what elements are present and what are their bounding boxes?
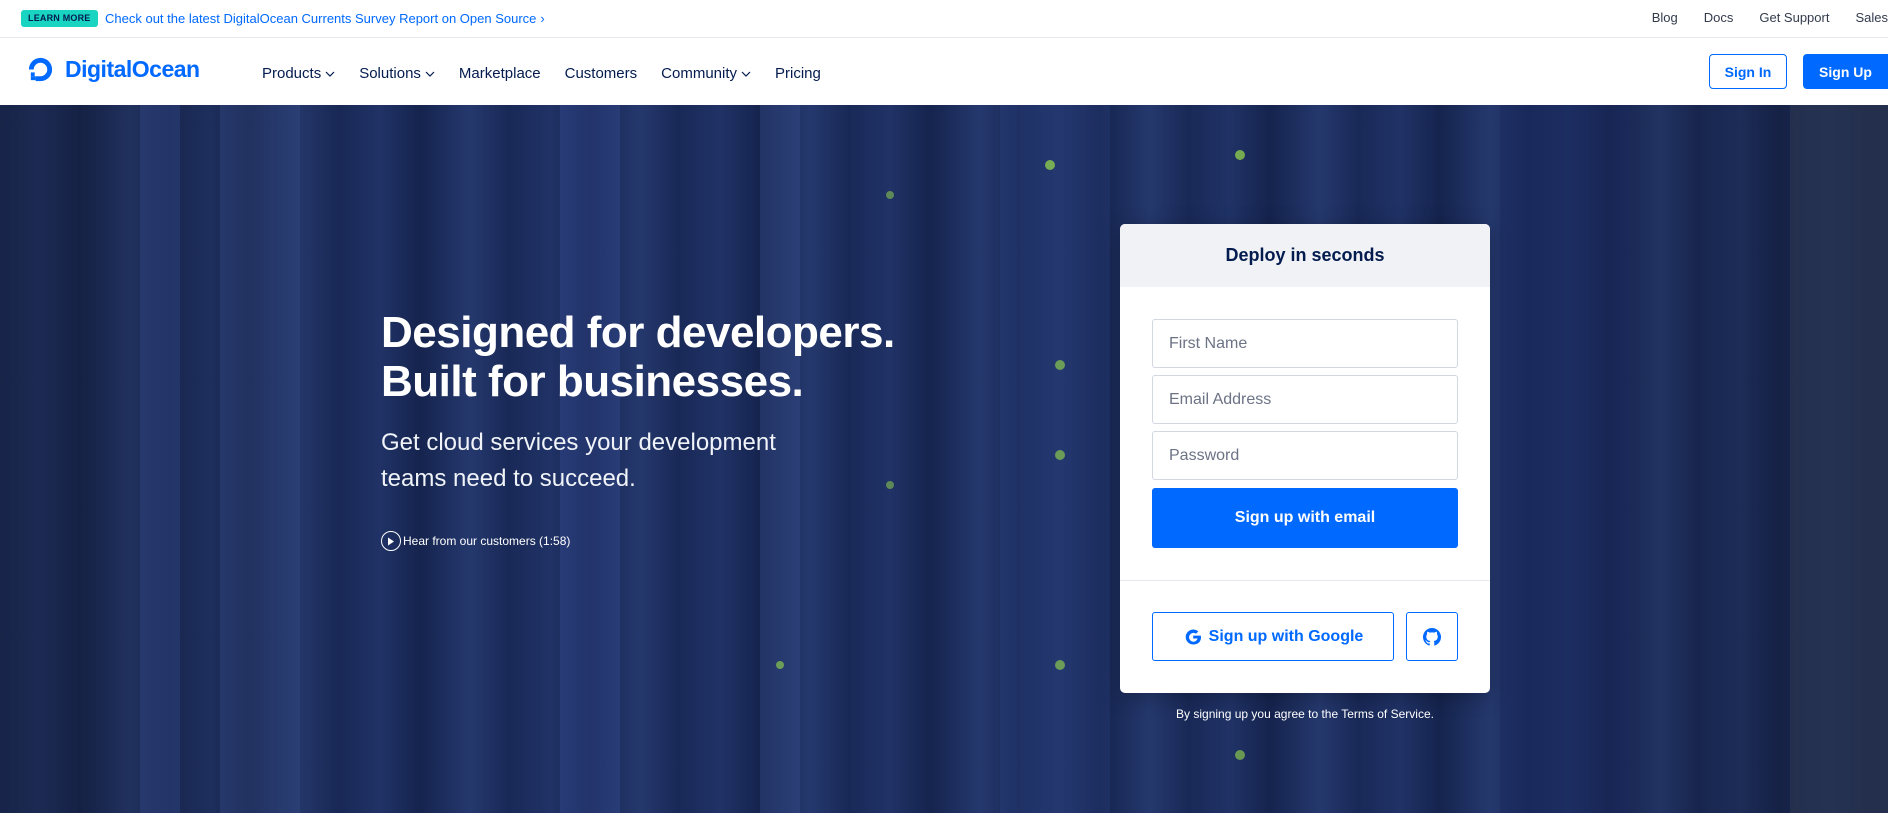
sign-up-google-button[interactable]: Sign up with Google [1152, 612, 1394, 661]
utility-link-blog[interactable]: Blog [1652, 10, 1678, 26]
logo-text: DigitalOcean [65, 56, 200, 82]
google-icon [1185, 629, 1201, 644]
nav-item-label: Community [661, 65, 738, 82]
google-button-label: Sign up with Google [1208, 627, 1364, 645]
sign-up-github-button[interactable] [1406, 612, 1458, 661]
logo[interactable]: DigitalOcean [26, 55, 200, 84]
nav-item-products[interactable]: Products [262, 65, 335, 83]
signup-card: Deploy in seconds Sign up with email Sig… [1120, 224, 1490, 693]
video-link[interactable]: Hear from our customers (1:58) [381, 531, 570, 551]
sign-up-button[interactable]: Sign Up [1803, 54, 1888, 89]
hero-section: Designed for developers. Built for busin… [0, 105, 1888, 813]
chevron-down-icon [425, 71, 435, 77]
github-icon [1423, 627, 1441, 646]
hero-title-line2: Built for businesses. [381, 357, 804, 406]
hero-subtitle: Get cloud services your development team… [381, 429, 776, 492]
main-nav: DigitalOcean Products Solutions Marketpl… [0, 38, 1888, 105]
terms-of-service-text: By signing up you agree to the Terms of … [1176, 707, 1434, 721]
nav-item-label: Products [262, 65, 322, 82]
chevron-down-icon [325, 71, 335, 77]
nav-item-solutions[interactable]: Solutions [359, 65, 435, 83]
video-link-label: Hear from our customers (1:58) [403, 534, 571, 548]
hero-title-line1: Designed for developers. [381, 308, 895, 357]
email-input[interactable] [1152, 375, 1458, 424]
learn-more-badge[interactable]: LEARN MORE [21, 10, 98, 27]
digitalocean-logo-icon [28, 57, 53, 82]
play-icon [381, 531, 401, 551]
nav-item-pricing[interactable]: Pricing [775, 65, 821, 83]
utility-link-support[interactable]: Get Support [1759, 10, 1829, 26]
nav-menu: Products Solutions Marketplace Customers… [262, 65, 845, 83]
utility-link-docs[interactable]: Docs [1704, 10, 1734, 26]
nav-item-label: Customers [564, 65, 638, 82]
hero-title: Designed for developers. Built for busin… [381, 308, 895, 406]
announcement-link-text: Check out the latest DigitalOcean Curren… [105, 11, 537, 26]
nav-item-label: Solutions [359, 65, 421, 82]
announcement-bar: LEARN MORE Check out the latest DigitalO… [0, 0, 1888, 38]
signup-card-heading: Deploy in seconds [1120, 224, 1490, 287]
nav-item-community[interactable]: Community [661, 65, 751, 83]
nav-item-label: Marketplace [458, 65, 541, 82]
divider [1120, 580, 1490, 581]
sign-up-email-button[interactable]: Sign up with email [1152, 488, 1458, 548]
nav-item-label: Pricing [775, 65, 821, 82]
server-rack-background-image [140, 105, 1888, 813]
utility-links: Blog Docs Get Support Sales [1652, 10, 1888, 26]
password-input[interactable] [1152, 431, 1458, 480]
first-name-input[interactable] [1152, 319, 1458, 368]
nav-item-marketplace[interactable]: Marketplace [459, 65, 541, 83]
chevron-down-icon [741, 71, 751, 77]
chevron-right-icon: › [540, 11, 545, 26]
announcement-link[interactable]: Check out the latest DigitalOcean Curren… [105, 11, 545, 27]
nav-item-customers[interactable]: Customers [565, 65, 638, 83]
sign-in-button[interactable]: Sign In [1709, 54, 1787, 89]
utility-link-sales[interactable]: Sales [1855, 10, 1888, 26]
